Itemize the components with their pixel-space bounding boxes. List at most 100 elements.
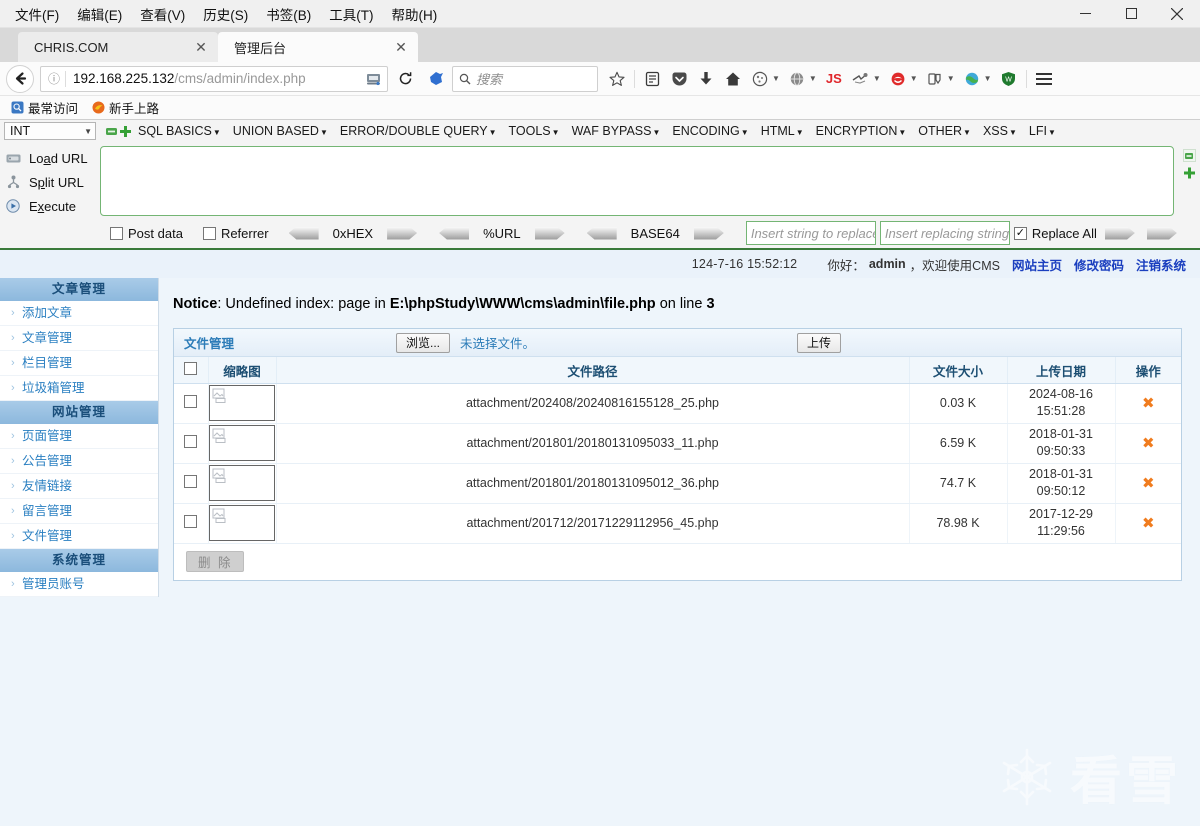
hackbar-menu-tools[interactable]: TOOLS▼	[503, 122, 566, 140]
menu-icon[interactable]	[1031, 65, 1057, 93]
sidebar-item-friendly-links[interactable]: 友情链接	[0, 474, 158, 499]
firefox-pocket-bird-icon[interactable]	[422, 71, 450, 86]
sidebar-item-message-management[interactable]: 留言管理	[0, 499, 158, 524]
replace-from-input[interactable]: Insert string to replace	[745, 221, 876, 245]
chevron-down-icon[interactable]: ▼	[910, 74, 921, 83]
hackbar-type-select[interactable]: INT ▼	[4, 122, 96, 140]
row-checkbox[interactable]	[184, 515, 198, 529]
link-change-password[interactable]: 修改密码	[1074, 255, 1124, 274]
js-icon[interactable]: JS	[821, 65, 847, 93]
chevron-down-icon[interactable]: ▼	[809, 74, 820, 83]
hackbar-url-textarea[interactable]	[100, 146, 1174, 216]
hackbar-menu-error-double-query[interactable]: ERROR/DOUBLE QUERY▼	[334, 122, 503, 140]
pocket-icon[interactable]	[666, 65, 692, 93]
hackbar-menu-encoding[interactable]: ENCODING▼	[666, 122, 754, 140]
hackbar-menu-waf-bypass[interactable]: WAF BYPASS▼	[566, 122, 667, 140]
download-icon[interactable]	[693, 65, 719, 93]
bookmark-most-visited[interactable]: 最常访问	[6, 96, 83, 119]
menu-help[interactable]: 帮助(H)	[383, 0, 447, 28]
proxy-globe-icon[interactable]	[959, 65, 985, 93]
reader-mode-icon[interactable]	[361, 67, 385, 91]
replace-all-option[interactable]: Replace All	[1013, 226, 1097, 241]
url-encode-arrow-icon[interactable]	[534, 226, 565, 240]
cookie-icon[interactable]	[747, 65, 773, 93]
chevron-down-icon[interactable]: ▼	[873, 74, 884, 83]
tab-close-icon[interactable]: ✕	[192, 38, 210, 56]
back-icon[interactable]	[6, 64, 34, 93]
split-url-button[interactable]: Split URL	[4, 170, 100, 194]
referrer-option[interactable]: Referrer	[202, 226, 269, 241]
sidebar-item-page-management[interactable]: 页面管理	[0, 424, 158, 449]
plus-badge-icon[interactable]	[118, 125, 132, 137]
hackbar-menu-html[interactable]: HTML▼	[755, 122, 810, 140]
collapse-icon[interactable]	[1182, 149, 1196, 162]
link-site-home[interactable]: 网站主页	[1012, 255, 1062, 274]
maximize-icon[interactable]	[1108, 0, 1154, 28]
hackbar-menu-other[interactable]: OTHER▼	[912, 122, 977, 140]
delete-row-icon[interactable]: ✖	[1142, 435, 1155, 452]
home-icon[interactable]	[720, 65, 746, 93]
row-checkbox[interactable]	[184, 435, 198, 449]
chevron-down-icon[interactable]: ▼	[772, 74, 783, 83]
delete-row-icon[interactable]: ✖	[1142, 475, 1155, 492]
tab-close-icon[interactable]: ✕	[392, 38, 410, 56]
replace-to-input[interactable]: Insert replacing string	[879, 221, 1010, 245]
sidebar-item-category-management[interactable]: 栏目管理	[0, 351, 158, 376]
hackbar-icon[interactable]	[885, 65, 911, 93]
sidebar-item-admin-account[interactable]: 管理员账号	[0, 572, 158, 597]
upload-button[interactable]: 上传	[796, 332, 841, 353]
menu-file[interactable]: 文件(F)	[6, 0, 68, 28]
minus-badge-icon[interactable]	[104, 127, 118, 136]
delete-selected-button[interactable]: 删 除	[186, 551, 245, 573]
select-all-checkbox[interactable]	[184, 362, 198, 376]
url-decode-arrow-icon[interactable]	[439, 226, 470, 240]
menu-edit[interactable]: 编辑(E)	[68, 0, 131, 28]
link-logout[interactable]: 注销系统	[1136, 255, 1186, 274]
hackbar-menu-encryption[interactable]: ENCRYPTION▼	[810, 122, 913, 140]
chevron-down-icon[interactable]: ▼	[947, 74, 958, 83]
replace-all-checkbox[interactable]	[1013, 226, 1027, 240]
hex-encode-arrow-icon[interactable]	[387, 226, 418, 240]
menu-tools[interactable]: 工具(T)	[320, 0, 382, 28]
minimize-icon[interactable]	[1062, 0, 1108, 28]
replace-revert-arrow-icon[interactable]	[1146, 226, 1177, 240]
hackbar-menu-sql-basics[interactable]: SQL BASICS▼	[132, 122, 227, 140]
wot-shield-icon[interactable]: W	[996, 65, 1022, 93]
multi-account-containers-icon[interactable]	[922, 65, 948, 93]
row-checkbox[interactable]	[184, 395, 198, 409]
hackbar-menu-lfi[interactable]: LFI▼	[1023, 122, 1062, 140]
bookmark-getting-started[interactable]: 新手上路	[87, 96, 164, 119]
replace-apply-arrow-icon[interactable]	[1104, 226, 1135, 240]
reload-icon[interactable]	[392, 66, 418, 92]
browse-file-button[interactable]: 浏览...	[396, 332, 451, 353]
execute-button[interactable]: Execute	[4, 194, 100, 218]
globe-icon[interactable]	[784, 65, 810, 93]
sidebar-item-trash-management[interactable]: 垃圾箱管理	[0, 376, 158, 401]
sidebar-item-article-management[interactable]: 文章管理	[0, 326, 158, 351]
load-url-button[interactable]: Load URL	[4, 146, 100, 170]
close-icon[interactable]	[1154, 0, 1200, 28]
menu-view[interactable]: 查看(V)	[131, 0, 194, 28]
sidebar-item-add-article[interactable]: 添加文章	[0, 301, 158, 326]
menu-history[interactable]: 历史(S)	[194, 0, 257, 28]
search-input[interactable]: 搜索	[452, 65, 598, 92]
hackbar-menu-union-based[interactable]: UNION BASED▼	[227, 122, 334, 140]
referrer-checkbox[interactable]	[202, 226, 216, 240]
base64-decode-arrow-icon[interactable]	[586, 226, 617, 240]
post-data-option[interactable]: Post data	[110, 226, 183, 241]
chevron-down-icon[interactable]: ▼	[984, 74, 995, 83]
sidebar-item-file-management[interactable]: 文件管理	[0, 524, 158, 549]
sidebar-item-announcement-management[interactable]: 公告管理	[0, 449, 158, 474]
hackbar-menu-xss[interactable]: XSS▼	[977, 122, 1023, 140]
address-bar[interactable]: ⓘ 192.168.225.132/cms/admin/index.php	[40, 65, 388, 92]
wappalyzer-icon[interactable]	[848, 65, 874, 93]
tab-admin-backend[interactable]: 管理后台 ✕	[218, 32, 418, 62]
tab-chris-com[interactable]: CHRIS.COM ✕	[18, 32, 218, 62]
base64-encode-arrow-icon[interactable]	[693, 226, 724, 240]
hex-decode-arrow-icon[interactable]	[288, 226, 319, 240]
row-checkbox[interactable]	[184, 475, 198, 489]
menu-bookmarks[interactable]: 书签(B)	[257, 0, 320, 28]
site-info-icon[interactable]: ⓘ	[43, 70, 65, 87]
post-data-checkbox[interactable]	[110, 226, 123, 240]
delete-row-icon[interactable]: ✖	[1142, 395, 1155, 412]
